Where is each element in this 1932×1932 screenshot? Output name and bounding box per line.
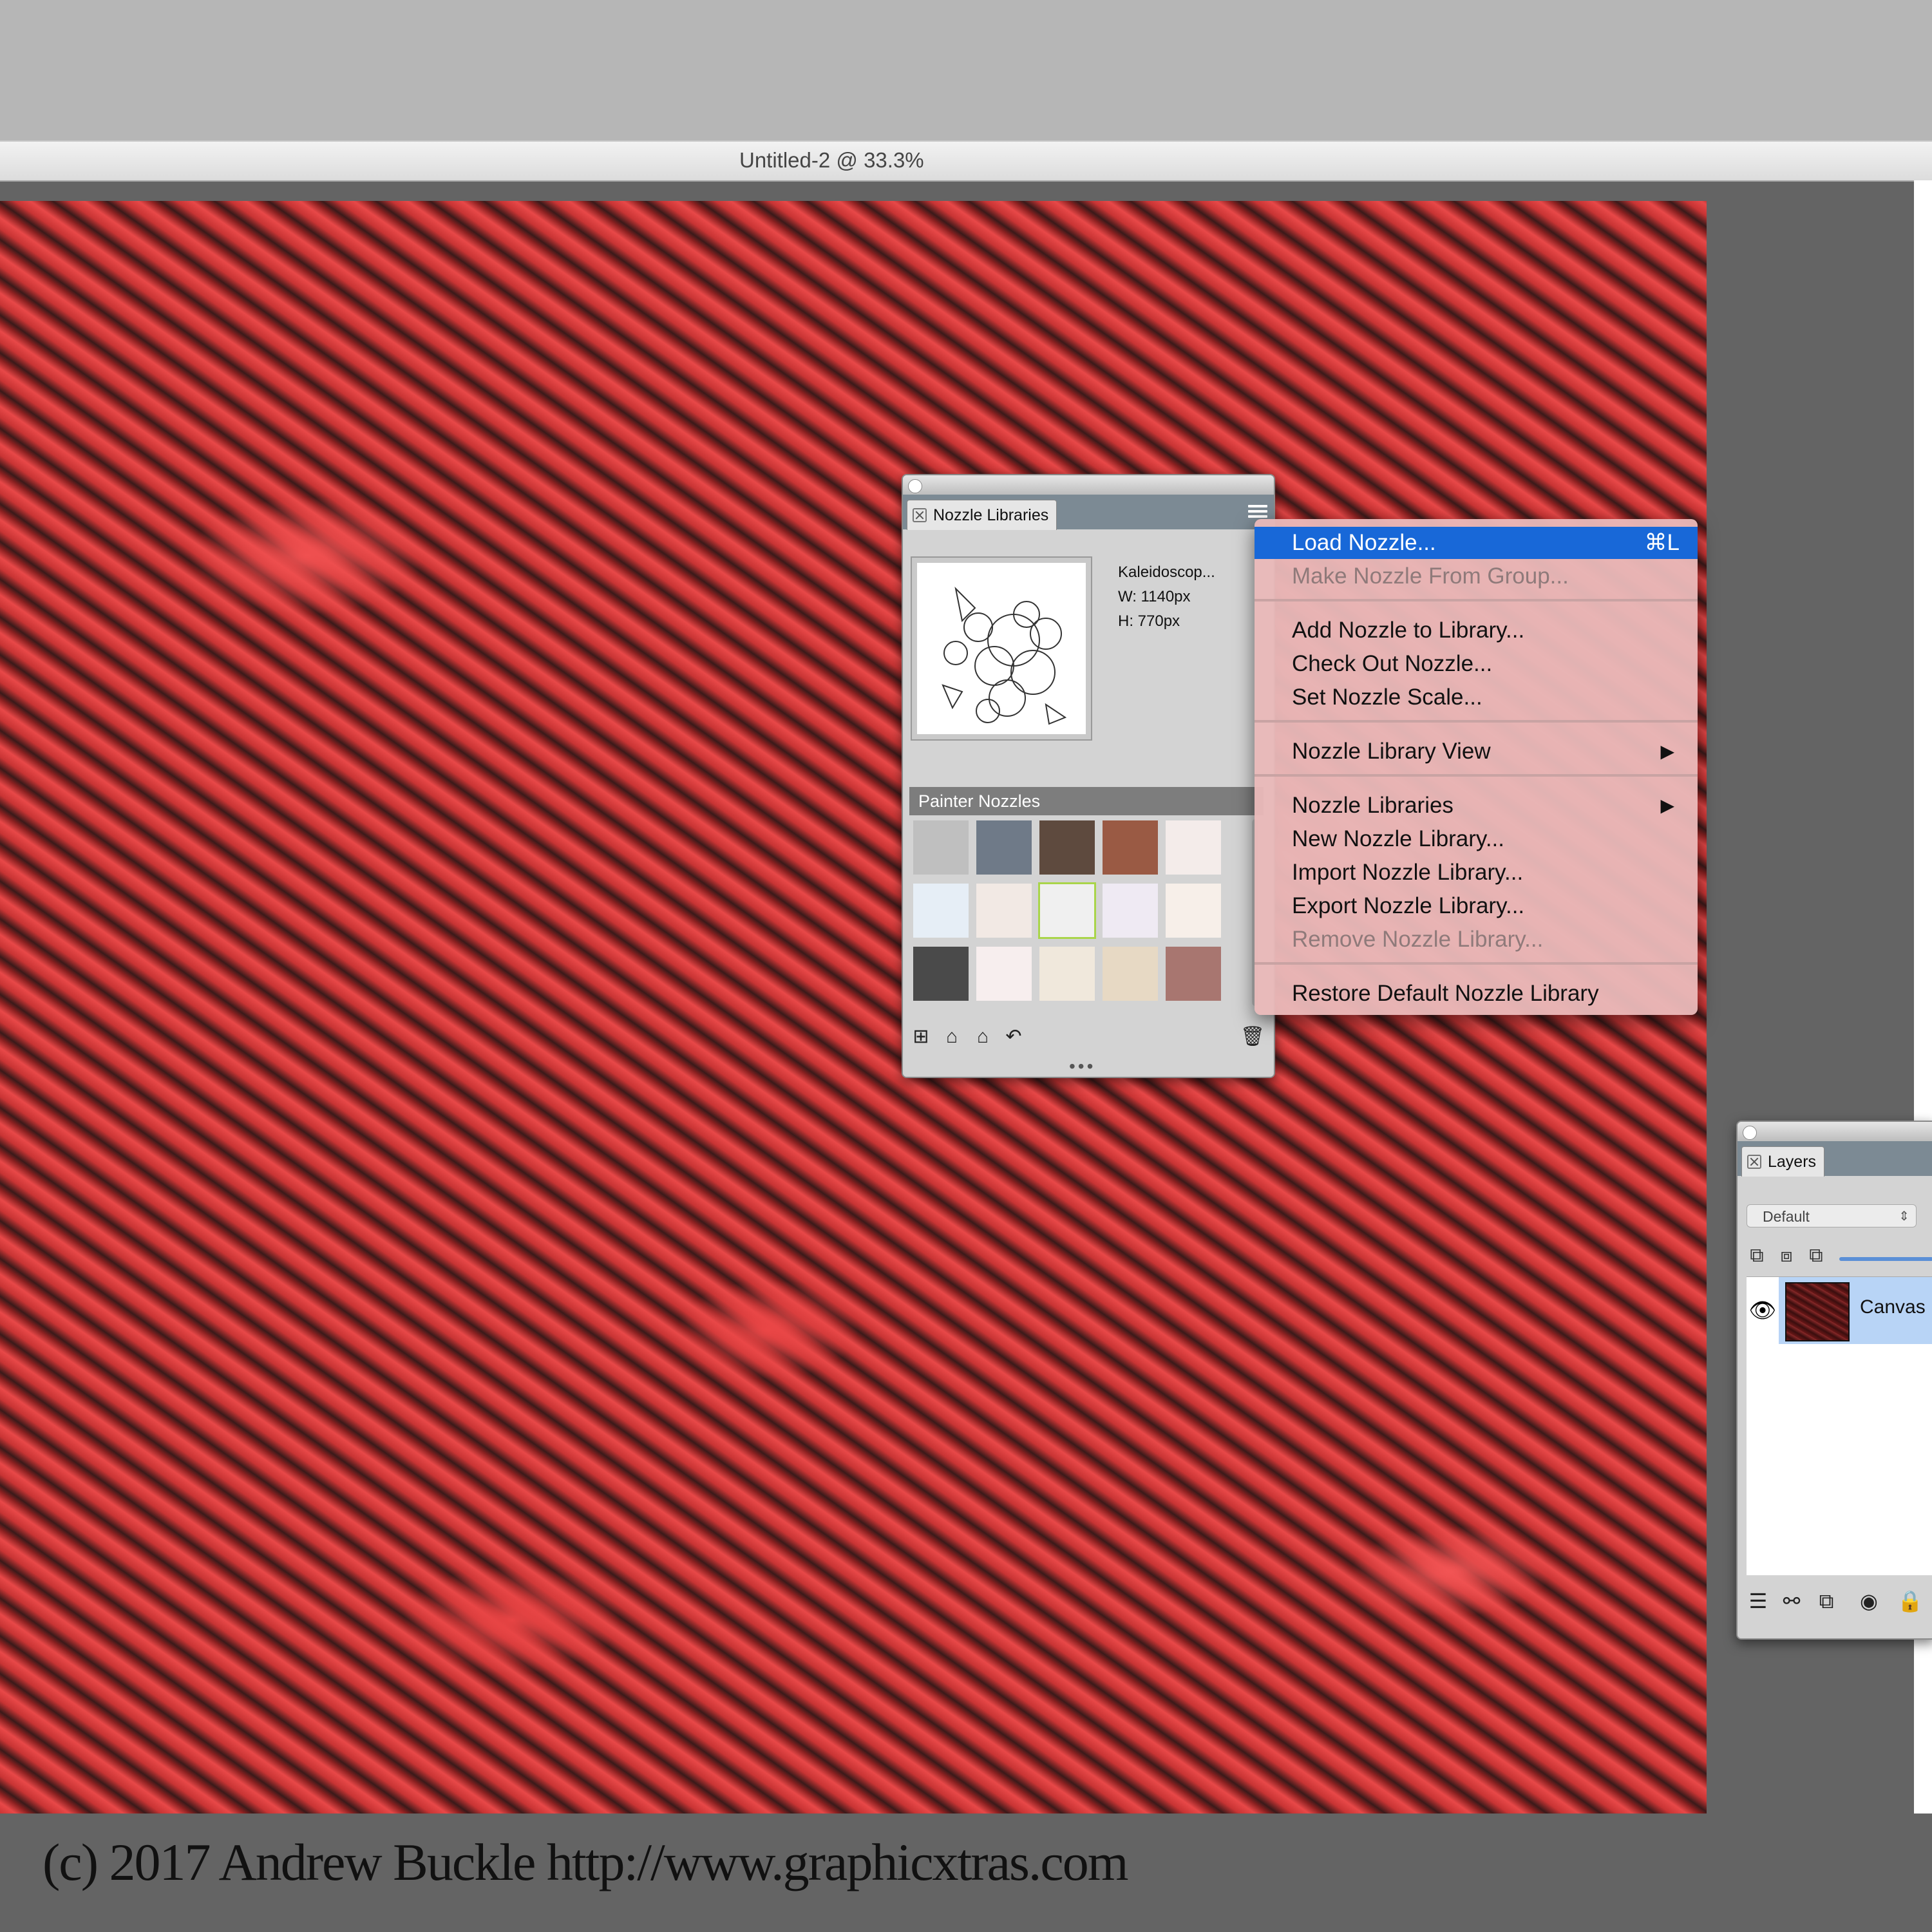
layers-panel: Layers Default ⇕ ⧉ ⧈ ⧉ 👁 Canvas ☰ ⚯ ⧉ ◉ … (1736, 1121, 1932, 1640)
panel-titlebar[interactable] (903, 475, 1274, 495)
menu-item-add-nozzle-to-library[interactable]: Add Nozzle to Library... (1255, 614, 1698, 647)
menu-item-export-nozzle-library[interactable]: Export Nozzle Library... (1255, 890, 1698, 922)
menu-item-import-nozzle-library[interactable]: Import Nozzle Library... (1255, 857, 1698, 889)
menu-item-new-nozzle-library[interactable]: New Nozzle Library... (1255, 823, 1698, 855)
submenu-arrow-icon: ▶ (1660, 741, 1674, 761)
menu-item-label: Make Nozzle From Group... (1292, 564, 1569, 589)
nozzle-thumbnail[interactable] (912, 945, 970, 1002)
layer-row-canvas[interactable]: 👁 Canvas (1747, 1277, 1932, 1344)
layers-stack-icon[interactable]: ☰ (1744, 1587, 1772, 1615)
submenu-arrow-icon: ▶ (1660, 795, 1674, 815)
panel-options-menu-icon[interactable] (1248, 502, 1267, 520)
nozzle-thumbnail[interactable] (975, 945, 1033, 1002)
menu-item-label: Nozzle Libraries (1292, 793, 1454, 818)
layer-list: 👁 Canvas (1747, 1276, 1932, 1576)
menu-item-make-nozzle-from-group: Make Nozzle From Group... (1255, 560, 1698, 592)
nozzle-thumbnail[interactable] (1164, 819, 1222, 876)
menu-separator (1255, 599, 1698, 601)
close-icon[interactable] (913, 508, 927, 522)
blend-mode-select[interactable]: Default ⇕ (1747, 1204, 1917, 1227)
opacity-slider[interactable] (1839, 1257, 1932, 1261)
menu-item-check-out-nozzle[interactable]: Check Out Nozzle... (1255, 648, 1698, 680)
revert-icon[interactable]: ↶ (1002, 1025, 1025, 1048)
document-title: Untitled-2 @ 33.3% (739, 148, 924, 172)
nozzle-name: Kaleidoscop... (1118, 564, 1215, 581)
menu-item-set-nozzle-scale[interactable]: Set Nozzle Scale... (1255, 681, 1698, 714)
app-toolbar-area (0, 0, 1932, 140)
library-header[interactable]: Painter Nozzles (909, 787, 1264, 815)
new-library-icon[interactable]: ⊞ (909, 1025, 933, 1048)
trash-icon[interactable]: 🗑 (1240, 1025, 1265, 1048)
menu-separator (1255, 774, 1698, 777)
nozzle-thumbnail[interactable] (912, 819, 970, 876)
eye-icon[interactable]: 👁 (1747, 1277, 1779, 1344)
menu-item-label: New Nozzle Library... (1292, 826, 1505, 851)
menu-item-label: Import Nozzle Library... (1292, 860, 1524, 885)
menu-item-label: Nozzle Library View (1292, 739, 1491, 764)
nozzle-info: Kaleidoscop... W: 1140px H: 770px (1118, 560, 1215, 634)
menu-item-shortcut: ⌘L (1644, 530, 1680, 555)
nozzle-options-menu: Load Nozzle... ⌘L Make Nozzle From Group..… (1255, 519, 1698, 1015)
menu-item-label: Export Nozzle Library... (1292, 893, 1525, 918)
new-layer-icon[interactable]: ⧉ (1812, 1587, 1841, 1615)
dynamic-plugins-icon[interactable]: ⚯ (1777, 1587, 1806, 1615)
nozzle-width: W: 1140px (1118, 588, 1191, 605)
nozzle-thumbnail[interactable] (912, 882, 970, 939)
nozzle-thumbnail[interactable] (1164, 882, 1222, 939)
tab-nozzle-libraries[interactable]: Nozzle Libraries (907, 500, 1057, 530)
menu-separator (1255, 720, 1698, 723)
panel-close-dot[interactable] (908, 479, 922, 493)
nozzle-thumbnail[interactable] (1038, 945, 1096, 1002)
resize-grip-icon[interactable]: ••• (1069, 1056, 1095, 1077)
export-library-icon[interactable]: ⌂ (971, 1025, 994, 1048)
nozzle-thumbnail[interactable] (1101, 945, 1159, 1002)
blend-mode-value: Default (1763, 1208, 1810, 1225)
menu-item-label: Add Nozzle to Library... (1292, 618, 1525, 643)
lock-icon[interactable]: 🔒 (1896, 1587, 1924, 1615)
menu-separator (1255, 962, 1698, 965)
nozzle-thumbnail[interactable] (1038, 819, 1096, 876)
menu-item-label: Remove Nozzle Library... (1292, 927, 1544, 952)
layer-merge-icon[interactable]: ⧉ (1803, 1243, 1829, 1269)
layer-mask-icon[interactable]: ◉ (1855, 1587, 1883, 1615)
menu-item-load-nozzle[interactable]: Load Nozzle... ⌘L (1255, 527, 1698, 559)
nozzle-thumbnail-grid (912, 819, 1238, 1009)
tab-layers[interactable]: Layers (1741, 1146, 1825, 1177)
panel-close-dot[interactable] (1743, 1126, 1757, 1140)
nozzle-thumbnail[interactable] (1038, 882, 1096, 939)
nozzle-thumbnail[interactable] (975, 819, 1033, 876)
panel-titlebar[interactable] (1738, 1122, 1932, 1141)
document-title-bar[interactable] (0, 140, 1932, 182)
nozzle-preview (911, 556, 1092, 741)
layer-composite-icon[interactable]: ⧈ (1774, 1243, 1799, 1269)
menu-item-label: Restore Default Nozzle Library (1292, 981, 1599, 1006)
nozzle-thumbnail[interactable] (975, 882, 1033, 939)
layer-name: Canvas (1860, 1296, 1926, 1318)
layers-footer: ☰ ⚯ ⧉ ◉ 🔒 (1738, 1575, 1932, 1638)
menu-item-label: Load Nozzle... (1292, 530, 1436, 555)
import-library-icon[interactable]: ⌂ (940, 1025, 963, 1048)
layer-thumbnail (1785, 1282, 1850, 1341)
chevron-updown-icon: ⇕ (1899, 1209, 1909, 1224)
menu-item-nozzle-library-view[interactable]: Nozzle Library View ▶ (1255, 735, 1698, 768)
menu-item-nozzle-libraries[interactable]: Nozzle Libraries ▶ (1255, 790, 1698, 822)
nozzle-thumbnail[interactable] (1164, 945, 1222, 1002)
copyright-text: (c) 2017 Andrew Buckle http://www.graphi… (43, 1833, 1129, 1891)
kaleidoscope-nozzle-preview-image (942, 586, 1067, 725)
panel-footer: ⊞ ⌂ ⌂ ↶ 🗑 ••• (903, 1018, 1274, 1077)
layer-attributes-icon[interactable]: ⧉ (1744, 1243, 1770, 1269)
nozzle-thumbnail[interactable] (1101, 819, 1159, 876)
nozzle-thumbnail[interactable] (1101, 882, 1159, 939)
nozzle-libraries-panel: Nozzle Libraries Kaleidoscop... W: 1140p… (902, 474, 1275, 1078)
tab-label: Layers (1768, 1152, 1817, 1171)
close-icon[interactable] (1747, 1155, 1761, 1169)
menu-item-label: Check Out Nozzle... (1292, 651, 1493, 676)
menu-item-remove-nozzle-library: Remove Nozzle Library... (1255, 923, 1698, 956)
panel-tab-row: Layers (1738, 1141, 1932, 1177)
menu-item-label: Set Nozzle Scale... (1292, 685, 1482, 710)
nozzle-height: H: 770px (1118, 612, 1180, 630)
tab-label: Nozzle Libraries (933, 506, 1049, 524)
panel-tab-row: Nozzle Libraries (903, 495, 1274, 530)
menu-item-restore-default-nozzle-library[interactable]: Restore Default Nozzle Library (1255, 978, 1698, 1010)
